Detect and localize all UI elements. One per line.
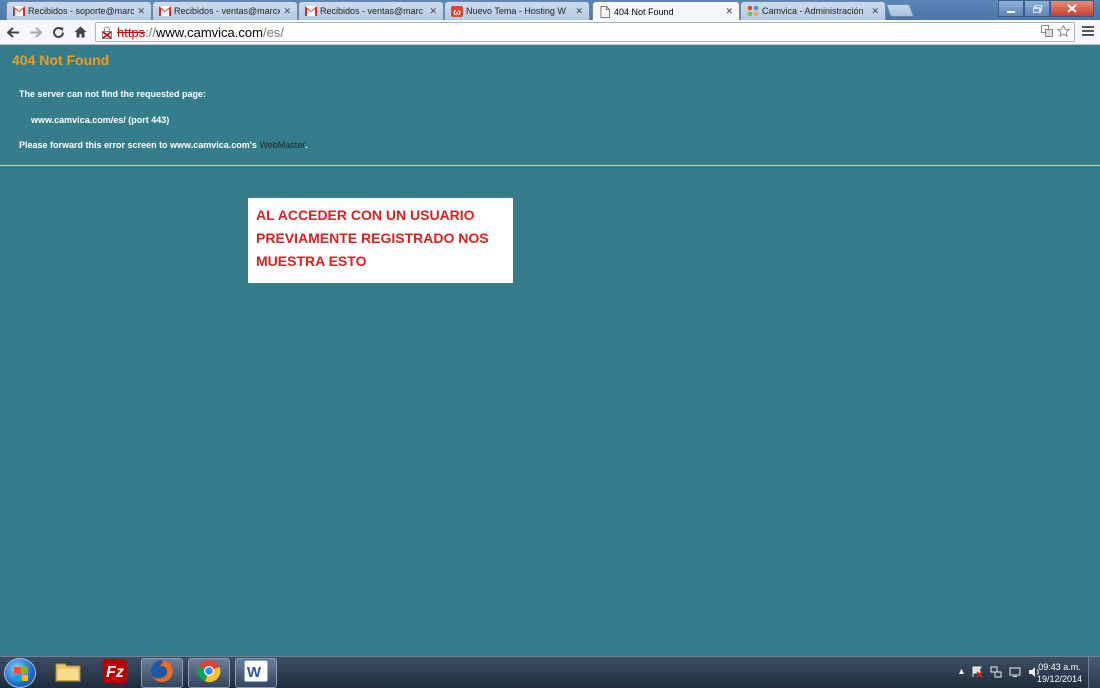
forward-suffix: . <box>305 140 308 150</box>
new-tab-button[interactable] <box>885 4 915 17</box>
page-content: 404 Not Found The server can not find th… <box>0 46 1100 656</box>
tab-label: Recibidos - ventas@marcx <box>174 6 281 16</box>
maximize-button[interactable] <box>1024 0 1050 17</box>
system-tray: ▴ <box>959 666 1040 681</box>
svg-text:ω: ω <box>453 7 461 17</box>
url-host: www.camvica.com <box>156 24 263 40</box>
tab-strip: Recibidos - soporte@marc ✕ Recibidos - v… <box>0 0 1100 21</box>
window-close-button[interactable] <box>1050 0 1094 17</box>
tab-label: Recibidos - ventas@marc <box>320 6 424 16</box>
windows-logo-icon <box>14 667 28 681</box>
svg-text:Fz: Fz <box>106 664 124 681</box>
broken-lock-icon[interactable] <box>100 25 114 39</box>
back-button[interactable] <box>5 24 21 40</box>
annotation-line: PREVIAMENTE REGISTRADO NOS <box>256 230 489 246</box>
show-hidden-icons-icon[interactable]: ▴ <box>959 666 964 681</box>
tab-404-not-found[interactable]: 404 Not Found ✕ <box>592 1 740 21</box>
annotation-line: AL ACCEDER CON UN USUARIO <box>256 207 475 223</box>
display-icon[interactable] <box>1009 666 1021 681</box>
clock-date: 19/12/2014 <box>1036 674 1082 684</box>
clock[interactable]: 09:43 a.m. 19/12/2014 <box>1037 661 1082 685</box>
divider <box>0 165 1100 166</box>
taskbar-word[interactable]: W <box>235 658 277 688</box>
window-controls <box>998 0 1094 17</box>
bookmark-star-icon[interactable] <box>1056 24 1071 40</box>
network-icon[interactable] <box>990 666 1002 681</box>
windows-explorer-icon <box>55 660 81 687</box>
webmaster-link[interactable]: WebMaster <box>259 140 305 150</box>
joomla-icon <box>747 5 759 17</box>
gmail-icon <box>159 6 171 17</box>
home-button[interactable] <box>72 24 88 40</box>
forward-button[interactable] <box>27 24 43 40</box>
tab-gmail-soporte[interactable]: Recibidos - soporte@marc ✕ <box>6 1 152 20</box>
url-scheme: https <box>117 24 146 40</box>
close-icon[interactable]: ✕ <box>429 6 437 17</box>
word-icon: W <box>243 659 269 688</box>
annotation-line: MUESTRA ESTO <box>256 253 367 269</box>
translate-icon[interactable] <box>1041 25 1053 40</box>
forward-prefix: Please forward this error screen to www.… <box>19 140 257 150</box>
address-bar[interactable]: https://www.camvica.com/es/ <box>95 22 1075 42</box>
tab-gmail-ventas-2[interactable]: Recibidos - ventas@marc ✕ <box>298 1 444 20</box>
taskbar-firefox[interactable] <box>141 658 183 688</box>
tab-gmail-ventas-1[interactable]: Recibidos - ventas@marcx ✕ <box>152 1 298 20</box>
error-message: The server can not find the requested pa… <box>19 89 207 99</box>
tab-label: Recibidos - soporte@marc <box>28 6 135 16</box>
gmail-icon <box>13 6 25 17</box>
firefox-icon <box>150 659 174 688</box>
start-button[interactable] <box>4 658 36 688</box>
tab-label: Nuevo Tema - Hosting W <box>466 6 566 16</box>
chrome-icon <box>197 659 221 688</box>
close-icon[interactable]: ✕ <box>725 6 733 17</box>
gmail-icon <box>305 6 317 17</box>
tab-nuevo-tema[interactable]: ω Nuevo Tema - Hosting W ✕ <box>444 1 590 20</box>
menu-icon[interactable] <box>1082 26 1094 38</box>
close-icon[interactable]: ✕ <box>871 6 879 17</box>
svg-text:W: W <box>247 664 262 681</box>
requested-url: www.camvica.com/es/ (port 443) <box>31 115 170 125</box>
page-title: 404 Not Found <box>12 52 110 68</box>
reload-button[interactable] <box>50 24 66 40</box>
browser-toolbar: https://www.camvica.com/es/ <box>0 20 1100 45</box>
forward-message: Please forward this error screen to www.… <box>19 140 308 150</box>
minimize-button[interactable] <box>998 0 1024 17</box>
show-desktop-button[interactable] <box>1088 657 1100 688</box>
taskbar: Fz W ▴ 09:43 a.m. 19/12/2014 <box>0 656 1100 688</box>
url-separator: :// <box>145 24 157 40</box>
filezilla-icon: Fz <box>103 658 127 688</box>
clock-time: 09:43 a.m. <box>1038 662 1081 672</box>
taskbar-filezilla[interactable]: Fz <box>94 658 136 688</box>
page-icon <box>599 5 611 18</box>
taskbar-explorer[interactable] <box>47 658 89 688</box>
url-path: /es/ <box>262 24 284 40</box>
action-center-flag-icon[interactable] <box>971 666 983 681</box>
close-icon[interactable]: ✕ <box>283 6 291 17</box>
close-icon[interactable]: ✕ <box>575 6 583 17</box>
taskbar-chrome[interactable] <box>188 658 230 688</box>
close-icon[interactable]: ✕ <box>137 6 145 17</box>
forum-icon: ω <box>451 5 463 17</box>
annotation-box: AL ACCEDER CON UN USUARIO PREVIAMENTE RE… <box>248 198 513 283</box>
tab-label: Camvica - Administración <box>762 6 864 16</box>
tab-label: 404 Not Found <box>614 6 674 17</box>
tab-camvica-admin[interactable]: Camvica - Administración ✕ <box>740 1 886 20</box>
